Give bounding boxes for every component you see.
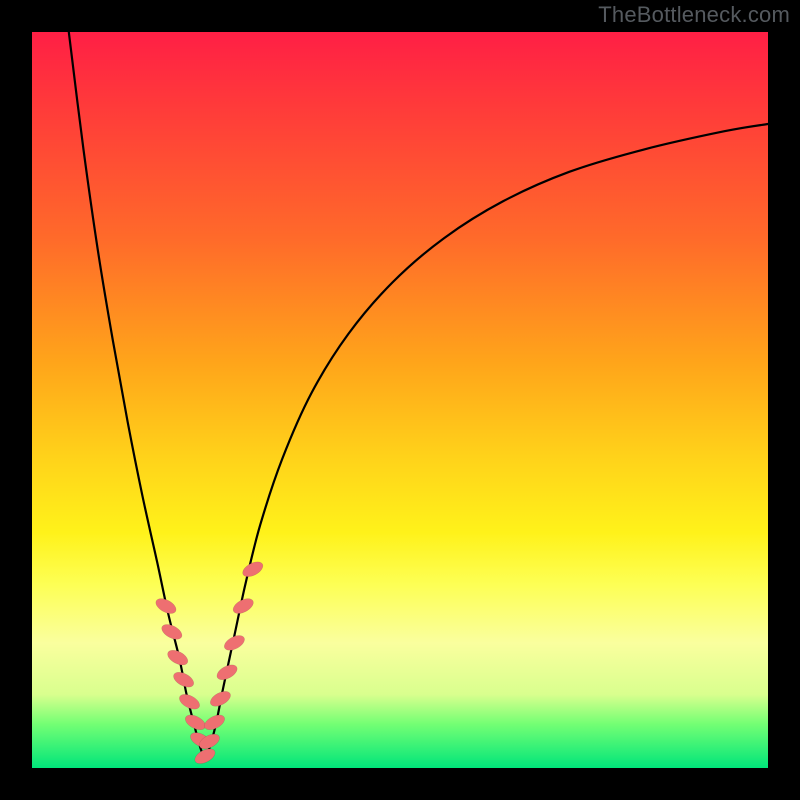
curve-right-branch — [205, 124, 768, 761]
chart-svg — [32, 32, 768, 768]
marker-dot — [171, 669, 196, 690]
watermark-text: TheBottleneck.com — [598, 2, 790, 28]
marker-dot — [240, 559, 265, 580]
plot-area — [32, 32, 768, 768]
chart-frame: TheBottleneck.com — [0, 0, 800, 800]
curve-left-branch — [69, 32, 205, 761]
